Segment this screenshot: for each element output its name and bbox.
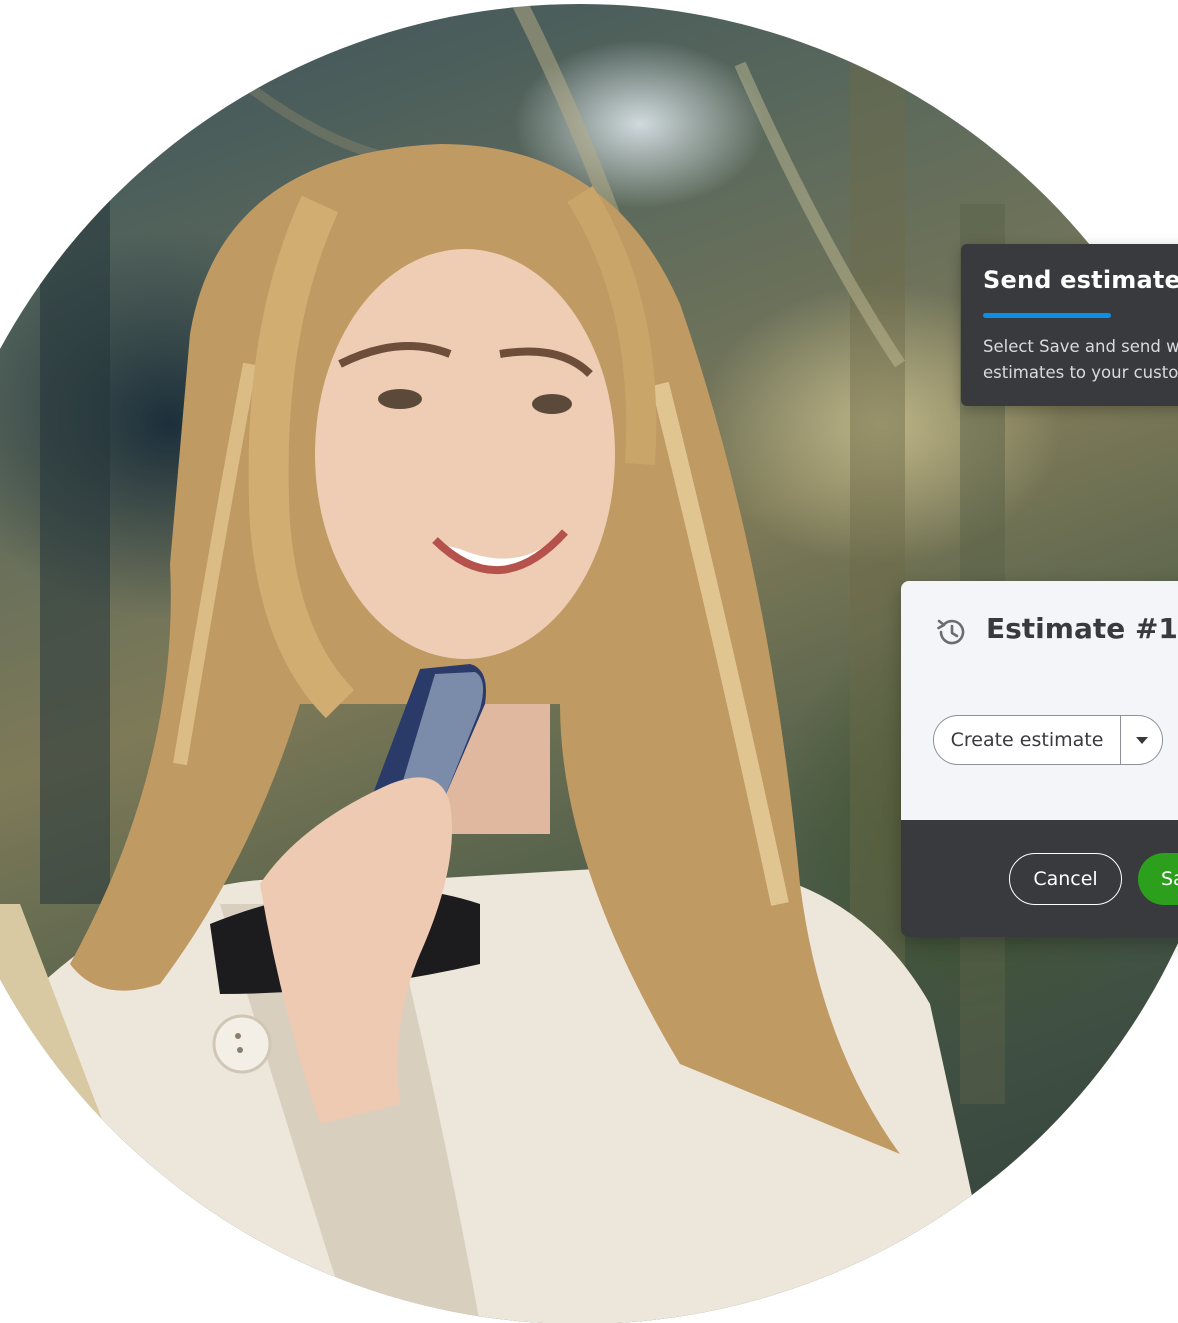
tooltip-body-line: estimates to your custo [983,363,1178,382]
create-estimate-button[interactable]: Create estimate [934,716,1121,764]
create-estimate-dropdown[interactable] [1121,716,1162,764]
create-estimate-split-button[interactable]: Create estimate [933,715,1163,765]
tooltip-title: Send estimates v [983,266,1178,294]
cancel-button[interactable]: Cancel [1009,853,1122,905]
tooltip-body: Select Save and send w estimates to your… [983,334,1178,386]
estimate-title: Estimate #100 [986,612,1178,645]
onboarding-tooltip: Send estimates v Select Save and send w … [961,244,1178,406]
tooltip-accent-underline [983,313,1111,318]
save-button[interactable]: Sa [1138,853,1178,905]
estimate-footer: Cancel Sa [901,820,1178,937]
caret-down-icon [1135,736,1148,744]
estimate-panel: Estimate #100 Create estimate Cancel Sa [901,581,1178,937]
history-icon[interactable] [934,615,968,649]
marketing-stage: Send estimates v Select Save and send w … [0,0,1178,1323]
estimate-header: Estimate #100 Create estimate [901,581,1178,820]
tooltip-body-line: Select Save and send w [983,337,1178,356]
